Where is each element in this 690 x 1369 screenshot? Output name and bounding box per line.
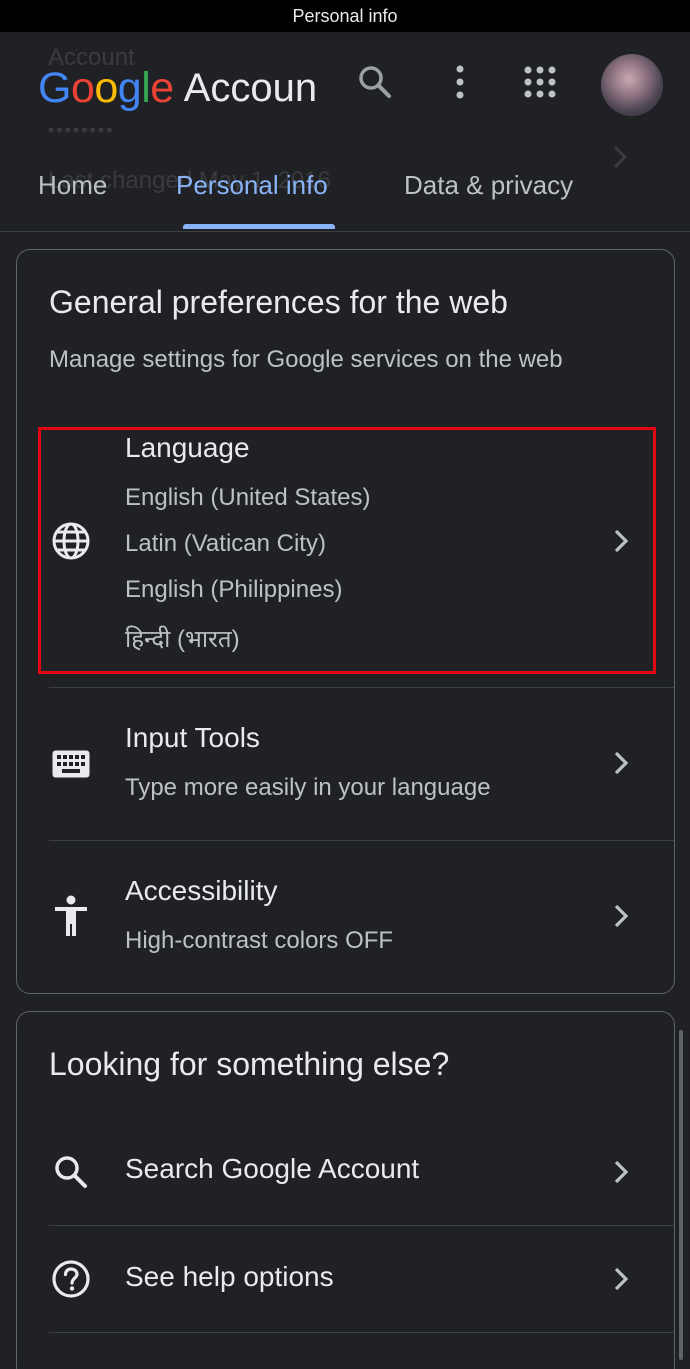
search-account-row[interactable]: Search Google Account: [17, 1120, 674, 1225]
card-subtitle: Manage settings for Google services on t…: [49, 346, 563, 373]
more-options-button[interactable]: [440, 62, 480, 102]
google-account-logo[interactable]: Google Accoun: [38, 60, 334, 116]
accessibility-icon: [51, 895, 91, 936]
page: Personal info Account •••••••• Last chan…: [0, 0, 690, 1369]
input-tools-description: Type more easily in your language: [125, 774, 491, 801]
language-title: Language: [125, 432, 250, 463]
general-preferences-card: General preferences for the web Manage s…: [16, 249, 675, 994]
card-title: Looking for something else?: [49, 1046, 450, 1082]
chevron-right-icon: [609, 900, 633, 932]
app-header: Account •••••••• Last changed May 1, 201…: [0, 32, 690, 232]
ghost-text: ••••••••: [48, 120, 115, 140]
accessibility-row[interactable]: Accessibility High-contrast colors OFF: [17, 841, 674, 993]
status-title: Personal info: [292, 5, 398, 26]
chevron-right-icon: [609, 1263, 633, 1295]
help-options-row[interactable]: See help options: [17, 1226, 674, 1332]
input-tools-row[interactable]: Input Tools Type more easily in your lan…: [17, 688, 674, 840]
help-icon: [51, 1259, 91, 1299]
google-apps-button[interactable]: [520, 62, 560, 102]
avatar[interactable]: [601, 54, 663, 116]
scrollbar[interactable]: [679, 1030, 683, 1360]
accessibility-title: Accessibility: [125, 875, 278, 906]
chevron-right-icon: [609, 1156, 633, 1188]
chevron-right-icon: [609, 525, 633, 557]
language-value: English (United States): [125, 484, 371, 511]
keyboard-icon: [51, 744, 91, 784]
language-value: हिन्दी (भारत): [125, 626, 240, 653]
language-value: Latin (Vatican City): [125, 530, 326, 557]
chevron-right-icon: [609, 747, 633, 779]
tab-home[interactable]: Home: [38, 170, 107, 201]
looking-for-card: Looking for something else? Search Googl…: [16, 1011, 675, 1369]
tab-personal-info[interactable]: Personal info: [176, 170, 328, 201]
more-vert-icon: [456, 65, 464, 99]
apps-icon: [524, 66, 556, 98]
header-search-button[interactable]: [355, 62, 395, 102]
divider: [49, 1332, 674, 1333]
language-value: English (Philippines): [125, 576, 343, 603]
card-title: General preferences for the web: [49, 284, 508, 320]
tab-data-privacy[interactable]: Data & privacy: [404, 170, 573, 201]
globe-icon: [51, 521, 91, 561]
input-tools-title: Input Tools: [125, 722, 260, 753]
search-account-label: Search Google Account: [125, 1153, 420, 1184]
account-wordmark: Accoun: [183, 65, 318, 110]
active-tab-indicator: [183, 224, 335, 229]
accessibility-status: High-contrast colors OFF: [125, 927, 394, 954]
search-icon: [359, 66, 391, 98]
status-title-bar: Personal info: [0, 0, 690, 32]
ghost-chevron-icon: [613, 145, 628, 169]
help-options-label: See help options: [125, 1261, 334, 1292]
google-wordmark: Google: [38, 63, 174, 112]
language-row[interactable]: Language English (United States) Latin (…: [17, 420, 674, 685]
search-icon: [51, 1152, 91, 1192]
